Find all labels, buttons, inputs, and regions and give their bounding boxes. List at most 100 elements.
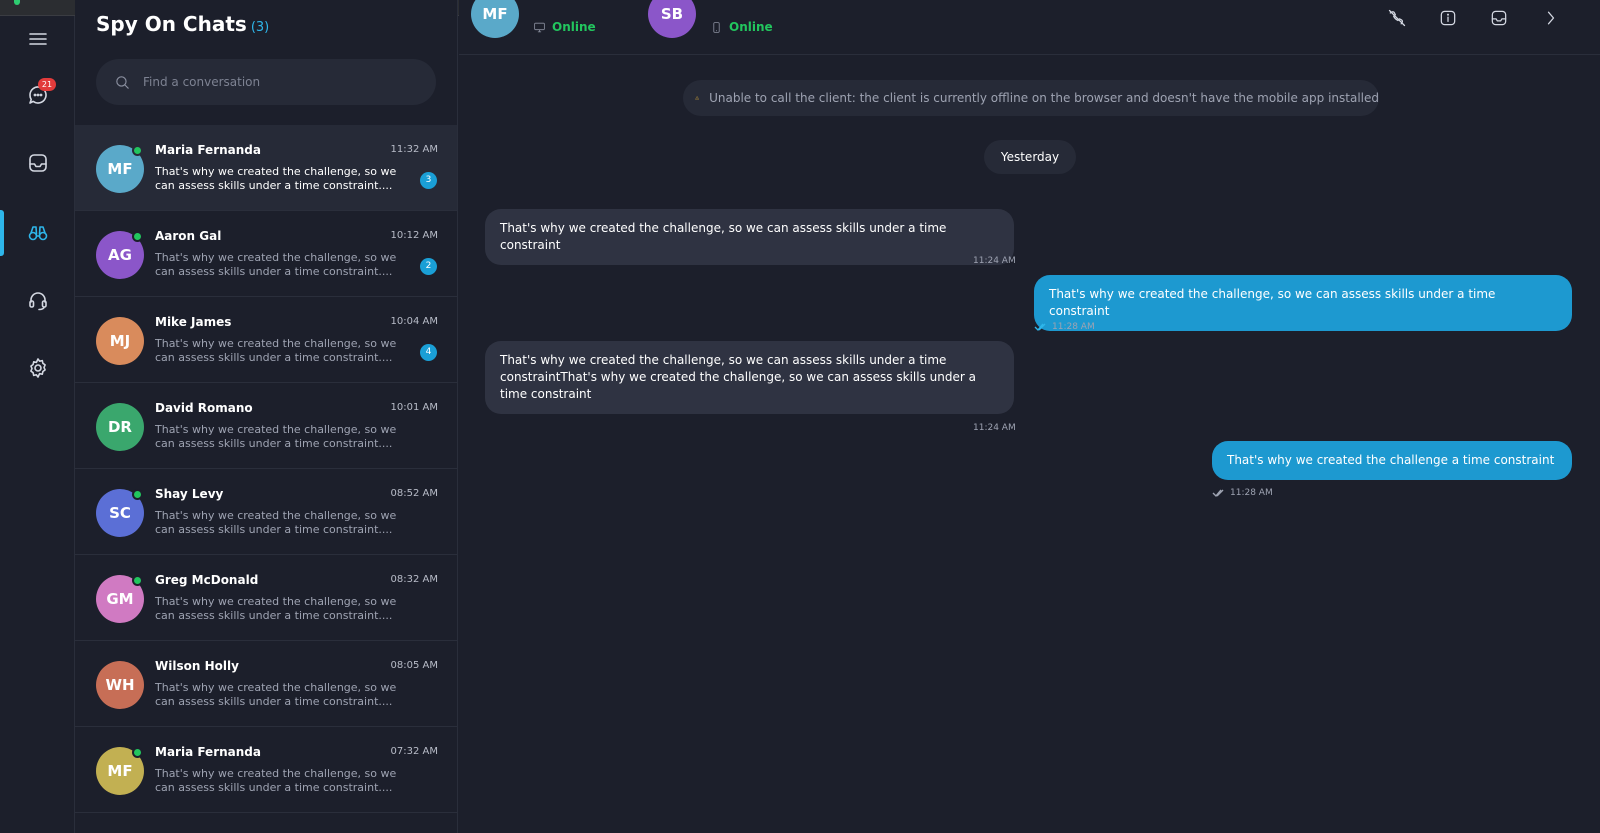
message-incoming[interactable]: That's why we created the challenge, so … [485, 341, 1014, 414]
rail-item-chats[interactable] [0, 72, 75, 118]
page-title-text: Spy On Chats [96, 12, 247, 36]
unread-badge: 2 [420, 258, 437, 275]
message-preview: That's why we created the challenge, so … [155, 337, 397, 364]
last-message-time: 10:01 AM [390, 402, 438, 413]
hamburger-icon [28, 33, 47, 45]
browser-indicator [14, 0, 20, 5]
chevron-right-icon [1547, 11, 1555, 25]
conversation-item[interactable]: SC Shay Levy 08:52 AM That's why we created… [75, 469, 457, 555]
avatar-initials: GM [106, 590, 134, 608]
message-time-text: 11:28 AM [1052, 322, 1095, 332]
online-indicator [132, 145, 143, 156]
last-message-time: 08:32 AM [390, 574, 438, 585]
avatar: WH [96, 661, 144, 709]
last-message-time: 11:32 AM [390, 144, 438, 155]
double-check-icon [1034, 323, 1046, 332]
participant-avatar[interactable]: SB [648, 0, 696, 38]
rail-item-settings[interactable] [0, 345, 75, 391]
info-icon [1440, 10, 1456, 26]
avatar-initials: MF [482, 5, 508, 23]
rail-item-support[interactable] [0, 277, 75, 323]
desktop-icon [534, 22, 545, 32]
unread-badge: 3 [420, 172, 437, 189]
avatar-initials: MF [107, 160, 133, 178]
participant-avatar[interactable]: MF [471, 0, 519, 38]
message-preview: That's why we created the challenge, so … [155, 251, 397, 278]
avatar-initials: AG [108, 246, 132, 264]
warning-icon [695, 96, 699, 100]
last-message-time: 10:04 AM [390, 316, 438, 327]
conversation-list-panel: Spy On Chats(3) MF Maria Fernanda 11:32 AM… [75, 0, 458, 833]
inbox-icon [28, 154, 47, 172]
last-message-time: 08:52 AM [390, 488, 438, 499]
archive-button[interactable] [1487, 6, 1511, 30]
message-preview: That's why we created the challenge, so … [155, 767, 397, 794]
message-outgoing[interactable]: That's why we created the challenge a ti… [1212, 441, 1572, 480]
conversation-item[interactable]: MF Maria Fernanda 07:32 AM That's why we cr… [75, 727, 457, 813]
day-separator: Yesterday [984, 140, 1076, 174]
navigation-rail: 21 [0, 16, 75, 833]
rail-item-spy[interactable] [0, 210, 75, 256]
contact-name: David Romano [155, 401, 253, 415]
last-message-time: 10:12 AM [390, 230, 438, 241]
headset-icon [28, 292, 47, 311]
conversation-item[interactable]: MF Maria Fernanda 11:32 AM That's why we cr… [75, 125, 457, 211]
message-preview: That's why we created the challenge, so … [155, 681, 397, 708]
binoculars-icon [28, 226, 47, 241]
call-button[interactable] [1385, 6, 1409, 30]
contact-name: Mike James [155, 315, 232, 329]
message-time: 11:28 AM [1034, 322, 1095, 332]
info-button[interactable] [1436, 6, 1460, 30]
contact-name: Maria Fernanda [155, 143, 261, 157]
avatar: MJ [96, 317, 144, 365]
message-time: 11:24 AM [973, 423, 1016, 433]
avatar-initials: MF [107, 762, 133, 780]
online-indicator [132, 489, 143, 500]
contact-name: Aaron Gal [155, 229, 222, 243]
contact-name: Maria Fernanda [155, 745, 261, 759]
contact-name: Greg McDonald [155, 573, 259, 587]
message-preview: That's why we created the challenge, so … [155, 509, 397, 536]
rail-item-inbox[interactable] [0, 140, 75, 186]
status-text: Online [729, 20, 773, 34]
conversation-item[interactable]: DR David Romano 10:01 AM That's why we crea… [75, 383, 457, 469]
search-icon [116, 75, 129, 89]
chat-header: MF Online SB Online [459, 0, 1600, 55]
contact-name: Shay Levy [155, 487, 224, 501]
mobile-icon [713, 21, 720, 33]
message-time-text: 11:28 AM [1230, 488, 1273, 498]
conversation-items: MF Maria Fernanda 11:32 AM That's why we cr… [75, 125, 457, 813]
message-incoming[interactable]: That's why we created the challenge, so … [485, 209, 1014, 265]
call-warning-banner: Unable to call the client: the client is… [683, 80, 1379, 116]
conversation-item[interactable]: AG Aaron Gal 10:12 AM That's why we created… [75, 211, 457, 297]
conversation-item[interactable]: GM Greg McDonald 08:32 AM That's why we cre… [75, 555, 457, 641]
message-outgoing[interactable]: That's why we created the challenge, so … [1034, 275, 1572, 331]
next-button[interactable] [1539, 6, 1563, 30]
conversation-count: (3) [250, 20, 270, 35]
chat-panel: MF Online SB Online Unable to call the c… [459, 0, 1600, 833]
message-preview: That's why we created the challenge, so … [155, 423, 397, 450]
last-message-time: 08:05 AM [390, 660, 438, 671]
search-input[interactable] [143, 75, 403, 89]
participant-status: Online [710, 20, 773, 34]
avatar-initials: WH [105, 676, 135, 694]
participant-status: Online [533, 20, 596, 34]
avatar-initials: SC [109, 504, 131, 522]
message-preview: That's why we created the challenge, so … [155, 595, 397, 622]
last-message-time: 07:32 AM [390, 746, 438, 757]
chats-badge: 21 [38, 78, 56, 91]
message-preview: That's why we created the challenge, so … [155, 165, 397, 192]
phone-off-icon [1388, 9, 1406, 27]
conversation-item[interactable]: MJ Mike James 10:04 AM That's why we create… [75, 297, 457, 383]
search-box[interactable] [96, 59, 436, 105]
conversation-item[interactable]: WH Wilson Holly 08:05 AM That's why we crea… [75, 641, 457, 727]
status-text: Online [552, 20, 596, 34]
online-indicator [132, 575, 143, 586]
online-indicator [132, 231, 143, 242]
avatar: DR [96, 403, 144, 451]
double-check-icon [1212, 489, 1224, 498]
menu-button[interactable] [0, 16, 75, 62]
avatar-initials: MJ [109, 332, 131, 350]
warning-text: Unable to call the client: the client is… [709, 91, 1379, 105]
avatar-initials: DR [107, 418, 132, 436]
